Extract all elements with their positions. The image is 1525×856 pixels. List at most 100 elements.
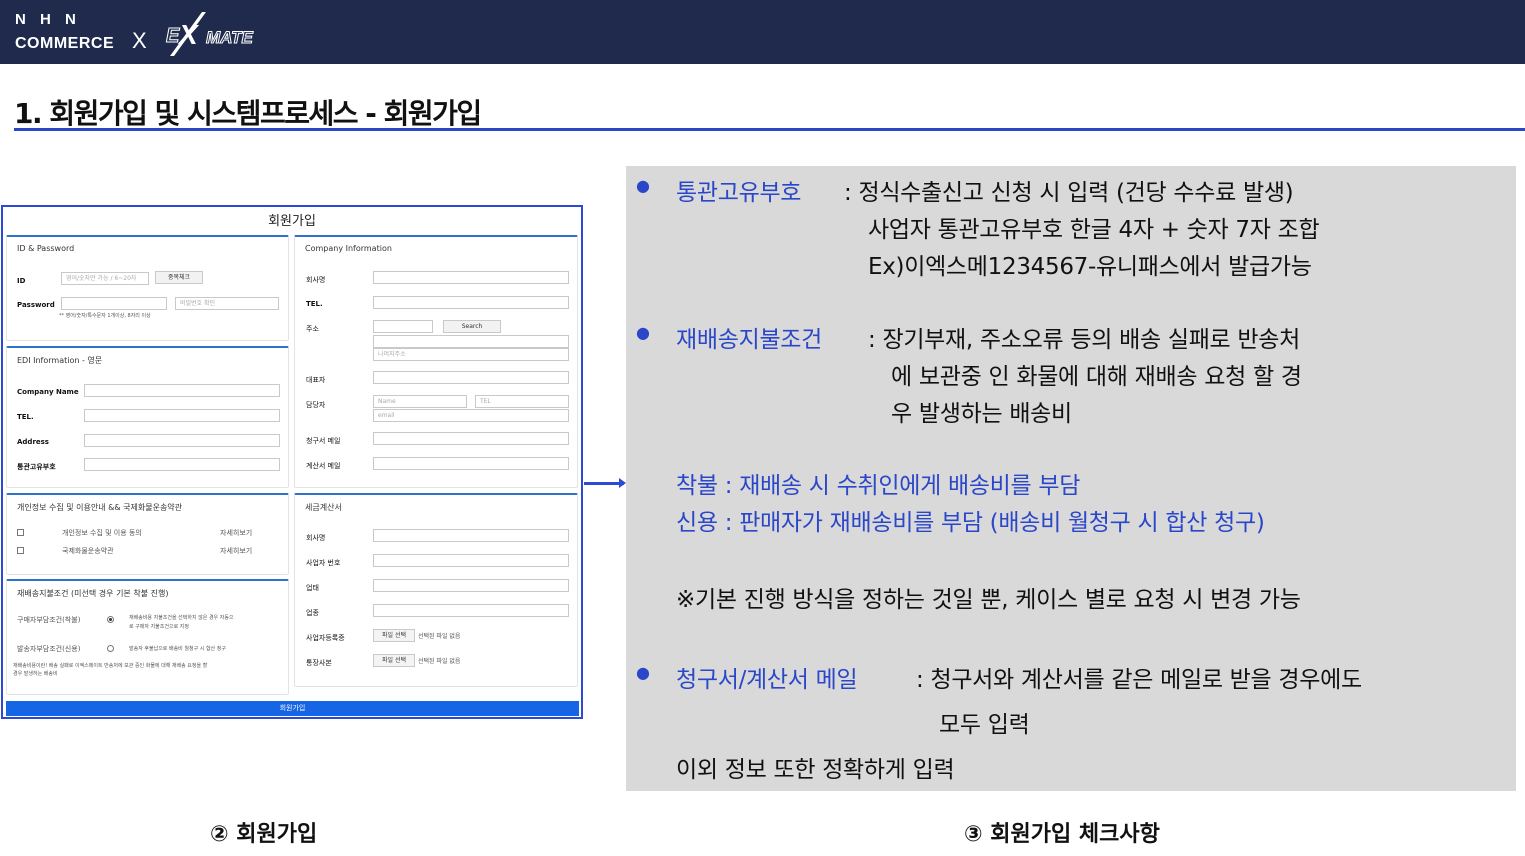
panel-title: EDI Information - 영문: [17, 356, 103, 365]
business-registration-label: 사업자등록증: [306, 634, 345, 642]
tax-company-input[interactable]: [373, 529, 569, 542]
edi-address-input[interactable]: [84, 434, 280, 447]
ceo-input[interactable]: [373, 371, 569, 384]
credit-description: 신용 : 판매자가 재배송비를 부담 (배송비 월청구 시 합산 청구): [676, 510, 1265, 536]
id-label: ID: [17, 277, 26, 285]
address-search-button[interactable]: Search: [443, 320, 501, 333]
password-input[interactable]: [61, 297, 167, 310]
reship-condition-line-2: 에 보관중 인 화물에 대해 재배송 요청 할 경: [891, 364, 1302, 390]
edi-tel-input[interactable]: [84, 409, 280, 422]
panel-title: 재배송지불조건 (미선택 경우 기본 착불 진행): [17, 589, 169, 598]
shipping-terms-checkbox[interactable]: [17, 547, 24, 554]
company-name-label: 회사명: [306, 276, 326, 284]
signup-submit-button[interactable]: 회원가입: [6, 701, 579, 716]
edi-company-label: Company Name: [17, 388, 79, 396]
address-label: 주소: [306, 325, 319, 333]
form-title: 회원가입: [268, 214, 316, 229]
bullet-icon: ●: [636, 176, 650, 195]
reship-condition-line-3: 우 발생하는 배송비: [891, 401, 1072, 427]
arrow-head: [619, 478, 626, 488]
privacy-consent-checkbox[interactable]: [17, 529, 24, 536]
buyer-pays-label: 구매자부담조건(착불): [17, 616, 81, 624]
seller-pays-radio[interactable]: [107, 645, 114, 652]
reship-note-2: 경우 발생하는 배송비: [13, 671, 58, 677]
mail-line-3: 이외 정보 또한 정확하게 입력: [676, 757, 955, 783]
slide: N H N COMMERCE X E X MATE 1. 회원가입 및 시스템프…: [0, 0, 1525, 856]
customs-code-label: 통관고유부호: [676, 180, 802, 206]
manager-label: 담당자: [306, 401, 326, 409]
reship-payment-panel: 재배송지불조건 (미선택 경우 기본 착불 진행) 구매자부담조건(착불) 재배…: [6, 579, 289, 695]
company-tel-input[interactable]: [373, 296, 569, 309]
cod-description: 착불 : 재배송 시 수취인에게 배송비를 부담: [676, 473, 1081, 499]
password-label: Password: [17, 301, 55, 309]
tax-company-label: 회사명: [306, 534, 326, 542]
privacy-detail-link[interactable]: 자세히보기: [220, 528, 252, 538]
exmate-logo: E X MATE: [166, 12, 254, 56]
edi-customs-label: 통관고유부호: [17, 463, 56, 471]
seller-pays-desc: 발송자 후불납으로 배송비 월청구 시 합산 청구: [129, 646, 226, 652]
manager-email-input[interactable]: email: [373, 409, 569, 422]
edi-tel-label: TEL.: [17, 413, 34, 421]
duplicate-check-button[interactable]: 중복체크: [155, 271, 203, 284]
password-confirm-input[interactable]: 비밀번호 확인: [175, 297, 279, 310]
edi-info-panel: EDI Information - 영문 Company Name TEL. A…: [6, 346, 289, 488]
business-number-input[interactable]: [373, 554, 569, 567]
tax-invoice-panel: 세금계산서 회사명 사업자 번호 업태 업종 사업자등록증 파일 선택 선택된 …: [294, 493, 578, 687]
panel-title: 세금계산서: [305, 503, 342, 512]
privacy-consent-label: 개인정보 수집 및 이용 동의: [62, 529, 142, 537]
seller-pays-label: 발송자부담조건(신용): [17, 645, 81, 653]
customs-code-line-3: Ex)이엑스메1234567-유니패스에서 발급가능: [868, 254, 1312, 280]
zipcode-input[interactable]: [373, 320, 433, 333]
arrow-line: [584, 482, 624, 485]
business-number-label: 사업자 번호: [306, 559, 341, 567]
edi-address-label: Address: [17, 438, 49, 446]
svg-text:E: E: [166, 25, 180, 47]
brand-nhn: N H N: [15, 11, 81, 28]
buyer-pays-radio[interactable]: [107, 616, 114, 623]
shipping-terms-label: 국제화물운송약관: [62, 547, 114, 555]
password-hint: ** 영어/숫자/특수문자 1개이상, 8자리 이상: [59, 313, 151, 319]
manager-tel-input[interactable]: TEL: [475, 395, 569, 408]
panel-title: ID & Password: [17, 244, 75, 253]
edi-company-input[interactable]: [84, 384, 280, 397]
reship-note-1: 재배송비용이란! 배송 실패로 이엑스메이트 반송처에 보관 중인 화물에 대해…: [13, 663, 208, 669]
bankbook-file-button[interactable]: 파일 선택: [373, 654, 415, 667]
detail-address-input[interactable]: 나머지주소: [373, 348, 569, 361]
customs-code-line-1: : 정식수출신고 신청 시 입력 (건당 수수료 발생): [844, 180, 1294, 206]
brand-commerce: COMMERCE: [15, 35, 115, 52]
company-info-panel: Company Information 회사명 TEL. 주소 Search 나…: [294, 235, 578, 488]
business-item-input[interactable]: [373, 604, 569, 617]
invoice-mail-label: 계산서 메일: [306, 462, 341, 470]
manager-name-input[interactable]: Name: [373, 395, 467, 408]
company-tel-label: TEL.: [306, 300, 323, 308]
reship-condition-label: 재배송지불조건: [676, 327, 823, 353]
company-name-input[interactable]: [373, 271, 569, 284]
ceo-label: 대표자: [306, 376, 326, 384]
address-input[interactable]: [373, 335, 569, 348]
header-bar: N H N COMMERCE X E X MATE: [0, 0, 1525, 64]
reship-condition-line-1: : 장기부재, 주소오류 등의 배송 실패로 반송처: [868, 327, 1301, 353]
caption-checklist: ③ 회원가입 체크사항: [964, 822, 1160, 847]
panel-title: Company Information: [305, 244, 392, 253]
edi-customs-input[interactable]: [84, 458, 280, 471]
mail-label: 청구서/계산서 메일: [676, 667, 858, 693]
checklist-panel: ● 통관고유부호 : 정식수출신고 신청 시 입력 (건당 수수료 발생) 사업…: [626, 166, 1516, 791]
caption-signup: ② 회원가입: [210, 822, 318, 847]
bankbook-file-status: 선택된 파일 없음: [418, 658, 461, 665]
mail-line-1: : 청구서와 계산서를 같은 메일로 받을 경우에도: [916, 667, 1362, 693]
bill-mail-input[interactable]: [373, 432, 569, 445]
bullet-icon: ●: [636, 323, 650, 342]
business-type-input[interactable]: [373, 579, 569, 592]
invoice-mail-input[interactable]: [373, 457, 569, 470]
business-registration-file-button[interactable]: 파일 선택: [373, 629, 415, 642]
brand-x: X: [132, 28, 147, 53]
business-type-label: 업태: [306, 584, 319, 592]
id-password-panel: ID & Password ID 영어/숫자만 가능 / 6~20자 중복체크 …: [6, 235, 289, 341]
mail-line-2: 모두 입력: [939, 712, 1030, 738]
business-registration-file-status: 선택된 파일 없음: [418, 633, 461, 640]
shipping-terms-detail-link[interactable]: 자세히보기: [220, 546, 252, 556]
bankbook-label: 통장사본: [306, 659, 332, 667]
svg-text:MATE: MATE: [206, 28, 254, 47]
customs-code-line-2: 사업자 통관고유부호 한글 4자 + 숫자 7자 조합: [868, 217, 1320, 243]
id-input[interactable]: 영어/숫자만 가능 / 6~20자: [61, 272, 149, 285]
